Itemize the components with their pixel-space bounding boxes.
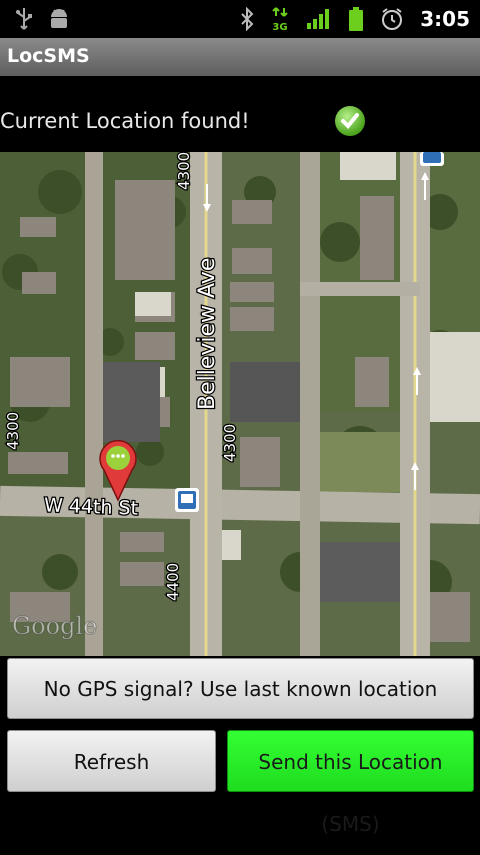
check-icon: [335, 106, 365, 136]
refresh-button[interactable]: Refresh: [7, 730, 216, 792]
signal-icon: [307, 9, 330, 29]
usb-icon: [16, 8, 32, 30]
status-bar: 3G 3:05: [0, 0, 480, 38]
google-watermark: Google: [12, 612, 97, 640]
status-left: [14, 7, 70, 31]
status-time: 3:05: [420, 7, 470, 31]
street-number-label: 4300: [221, 424, 239, 462]
alarm-icon: [382, 8, 403, 30]
battery-icon: [349, 7, 364, 31]
location-status-text: Current Location found!: [0, 109, 250, 133]
3g-data-icon: 3G: [272, 7, 288, 32]
street-number-label: 4300: [175, 152, 193, 190]
send-location-sms-button[interactable]: Send this Location (SMS): [227, 730, 474, 836]
street-number-label: 4400: [164, 563, 182, 601]
bluetooth-icon: [241, 7, 254, 31]
bus-stop-icon[interactable]: [175, 488, 199, 512]
street-label-w44th: W 44th St: [44, 494, 139, 519]
bus-stop-icon[interactable]: [420, 152, 444, 166]
street-number-label: 4300: [4, 412, 22, 450]
location-status-row: Current Location found!: [0, 76, 480, 152]
satellite-map[interactable]: Belleview Ave W 44th St 4300 4300 4300 4…: [0, 152, 480, 656]
app-title: LocSMS: [7, 45, 90, 67]
android-debug-icon: [51, 9, 67, 28]
app-title-bar: LocSMS: [0, 38, 480, 77]
use-last-known-location-button[interactable]: No GPS signal? Use last known location: [7, 658, 474, 719]
street-label-belleview: Belleview Ave: [195, 258, 220, 410]
svg-text:3G: 3G: [273, 22, 288, 32]
status-right: 3G 3:05: [240, 0, 470, 38]
map-view[interactable]: Belleview Ave W 44th St 4300 4300 4300 4…: [0, 152, 480, 656]
